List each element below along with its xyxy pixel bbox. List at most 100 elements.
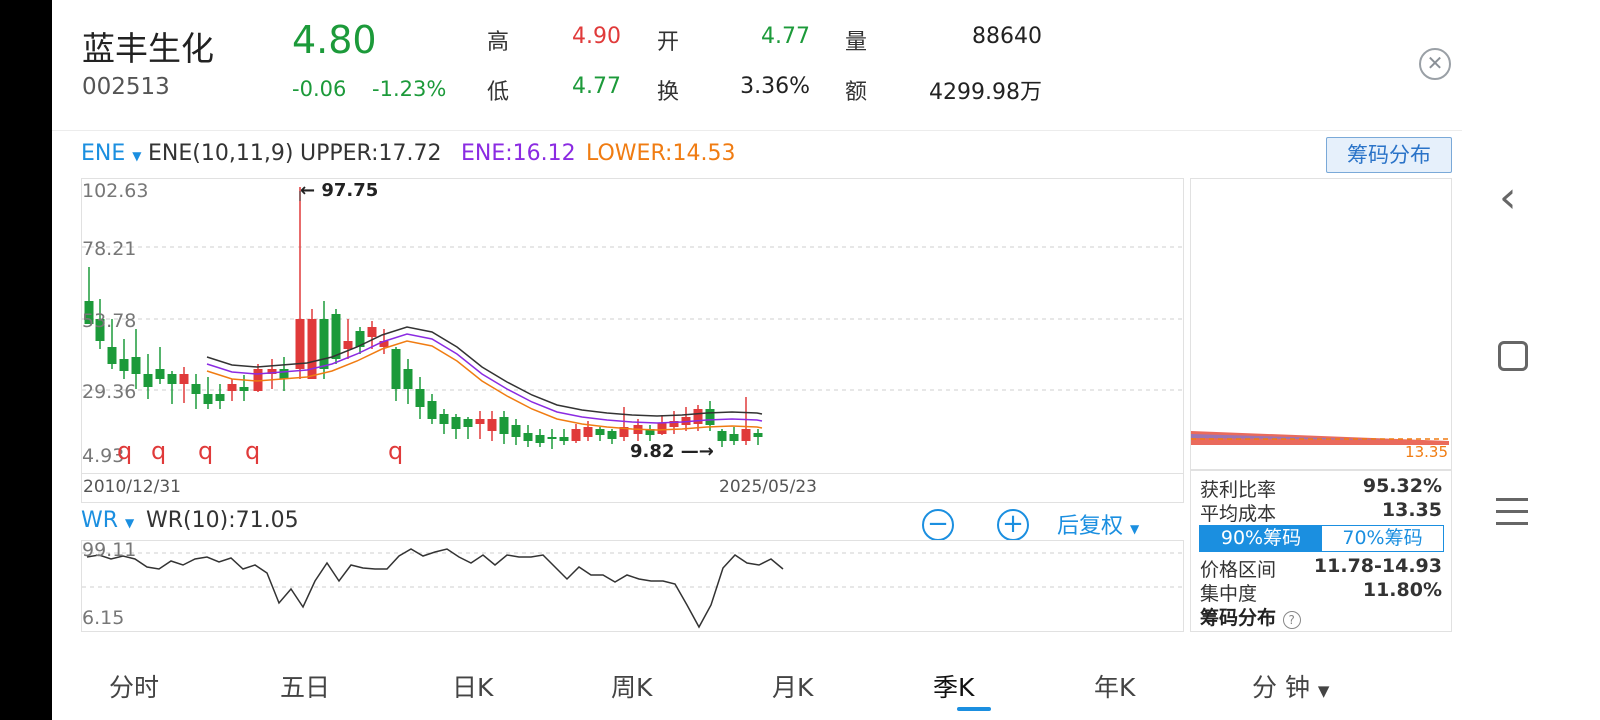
- wr-value: WR(10):71.05: [146, 508, 299, 533]
- date-axis: [81, 474, 1184, 503]
- chip-footer[interactable]: 筹码分布 ?: [1200, 603, 1301, 630]
- candle-body: [295, 319, 305, 369]
- amount-value: 4299.98万: [929, 80, 1042, 105]
- chip-tabs: 90%筹码 70%筹码: [1199, 525, 1444, 552]
- candle-body: [451, 417, 461, 429]
- chip-price-marker: 13.35: [1405, 443, 1448, 461]
- candle-body: [595, 429, 605, 435]
- indicator-name: ENE: [81, 141, 126, 166]
- high-label: 高: [487, 30, 510, 55]
- stock-name: 蓝丰生化: [82, 29, 214, 68]
- candle-body: [203, 394, 213, 404]
- close-circle-icon[interactable]: ✕: [1419, 48, 1451, 80]
- kline-chart[interactable]: 102.63 78.21 53.78 29.36 4.93 ← 97.75 9.…: [81, 178, 1184, 474]
- chip-distribution-button[interactable]: 筹码分布: [1326, 137, 1452, 173]
- candle-body: [367, 327, 377, 337]
- candle-body: [463, 419, 473, 427]
- stock-detail-screen: 蓝丰生化 002513 4.80 -0.06 -1.23% 高 4.90 开 4…: [52, 0, 1600, 720]
- candle-body: [279, 369, 289, 379]
- price-change-pct: -1.23%: [372, 77, 447, 101]
- candle-body: [583, 427, 593, 437]
- candle-body: [439, 414, 449, 424]
- tab-minute[interactable]: 分 钟 ▼: [1252, 668, 1329, 704]
- volume-label: 量: [845, 30, 868, 55]
- y-tick: 102.63: [82, 180, 149, 202]
- back-icon[interactable]: ‹: [1499, 172, 1517, 223]
- y-tick: 53.78: [82, 310, 137, 332]
- candle-body: [547, 437, 557, 439]
- candle-body: [143, 374, 153, 387]
- wr-selector[interactable]: WR ▼: [81, 508, 134, 533]
- y-tick: 78.21: [82, 238, 137, 260]
- tab-monthly-k[interactable]: 月K: [772, 668, 813, 704]
- high-value: 4.90: [572, 24, 621, 49]
- dropdown-triangle-icon: ▼: [125, 516, 135, 530]
- home-icon[interactable]: [1498, 341, 1528, 371]
- wr-svg: [82, 548, 1183, 629]
- tab-70-chip[interactable]: 70%筹码: [1322, 526, 1443, 551]
- candle-body: [729, 434, 739, 441]
- lower-value: LOWER:14.53: [586, 141, 736, 166]
- recent-apps-icon[interactable]: [1496, 498, 1528, 525]
- indicator-selector[interactable]: ENE ▼: [81, 141, 142, 166]
- concentration-label: 集中度: [1200, 583, 1258, 605]
- candle-body: [427, 401, 437, 419]
- chip-distribution-chart[interactable]: 13.35: [1190, 178, 1452, 470]
- minus-circle-icon[interactable]: −: [922, 509, 954, 541]
- candle-body: [717, 431, 727, 441]
- candle-body: [475, 419, 485, 424]
- max-price-annotation: ← 97.75: [300, 180, 379, 201]
- concentration-value: 11.80%: [1362, 579, 1442, 601]
- candle-body: [215, 394, 225, 401]
- candle-body: [571, 429, 581, 441]
- candle-body: [167, 374, 177, 384]
- tab-intraday[interactable]: 分时: [109, 668, 159, 704]
- tab-quarterly-k[interactable]: 季K: [933, 668, 974, 704]
- range-label: 价格区间: [1200, 559, 1277, 581]
- chip-footer-label: 筹码分布: [1200, 607, 1277, 629]
- range-value: 11.78-14.93: [1313, 555, 1442, 577]
- candle-body: [319, 319, 329, 369]
- candle-body: [741, 429, 751, 441]
- header-divider: [52, 130, 1462, 131]
- wr-chart[interactable]: 99.11 6.15: [81, 539, 1184, 632]
- turnover-label: 换: [657, 80, 680, 105]
- turnover-value: 3.36%: [740, 74, 810, 99]
- candle-body: [607, 431, 617, 439]
- candle-body: [343, 341, 353, 349]
- upper-value: UPPER:17.72: [300, 141, 442, 166]
- candle-body: [693, 409, 703, 424]
- tab-five-day[interactable]: 五日: [280, 668, 330, 704]
- max-price-value: 97.75: [321, 180, 379, 201]
- q-marker: q: [245, 437, 261, 465]
- candle-body: [657, 423, 667, 434]
- wr-name: WR: [81, 508, 119, 533]
- chip-svg: [1191, 431, 1451, 445]
- candle-body: [487, 419, 497, 431]
- y-tick: 29.36: [82, 381, 137, 403]
- candle-body: [511, 425, 521, 437]
- lower-band-line: [206, 340, 763, 431]
- candle-body: [131, 357, 141, 374]
- adjust-selector[interactable]: 后复权 ▼: [1057, 508, 1139, 540]
- help-circle-icon[interactable]: ?: [1282, 611, 1301, 629]
- candle-body: [331, 314, 341, 359]
- avgcost-value: 13.35: [1381, 499, 1442, 521]
- kline-svg: [82, 187, 1183, 449]
- tab-daily-k[interactable]: 日K: [452, 668, 493, 704]
- tab-weekly-k[interactable]: 周K: [611, 668, 652, 704]
- candle-body: [239, 387, 249, 391]
- candle-body: [559, 437, 569, 441]
- tab-90-chip[interactable]: 90%筹码: [1200, 526, 1322, 551]
- q-marker: q: [198, 437, 214, 465]
- dropdown-triangle-icon: ▼: [1317, 682, 1330, 700]
- tab-yearly-k[interactable]: 年K: [1094, 668, 1135, 704]
- price-change: -0.06: [292, 77, 347, 101]
- candle-body: [227, 384, 237, 391]
- plus-circle-icon[interactable]: +: [997, 509, 1029, 541]
- amount-label: 额: [845, 80, 868, 105]
- candlestick-group: [84, 187, 763, 449]
- candle-body: [499, 417, 509, 434]
- candle-body: [179, 374, 189, 384]
- candle-body: [119, 359, 129, 371]
